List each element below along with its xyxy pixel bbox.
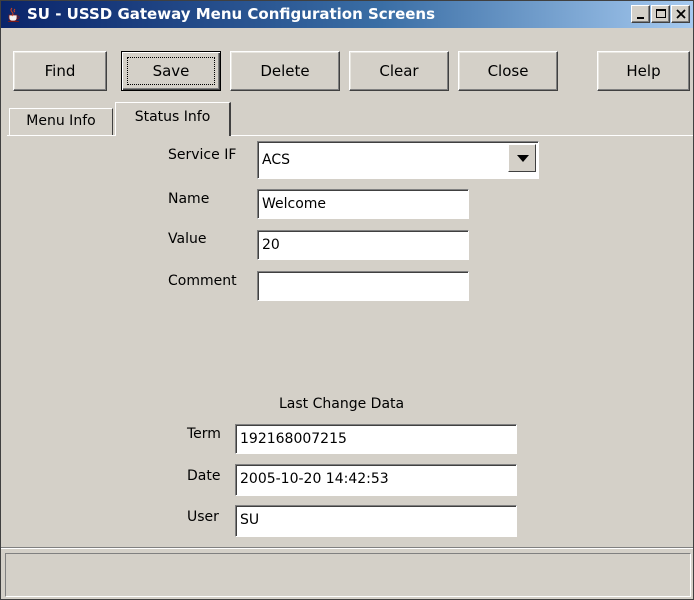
value-label: Value [168,231,207,247]
dropdown-button[interactable] [508,144,536,172]
value-input[interactable]: 20 [257,230,469,260]
name-input[interactable]: Welcome [257,189,469,219]
minimize-button[interactable] [631,5,650,23]
clear-button[interactable]: Clear [349,51,449,91]
status-bar [5,553,691,597]
user-label: User [187,509,219,525]
focus-ring [127,57,215,85]
java-cup-icon [8,7,20,22]
status-separator [1,547,693,549]
save-button[interactable]: Save [121,51,221,91]
close-window-button[interactable] [671,5,690,23]
term-label: Term [187,426,221,442]
help-button[interactable]: Help [597,51,690,91]
date-field[interactable]: 2005-10-20 14:42:53 [235,464,517,496]
service-if-label: Service IF [168,147,237,163]
delete-button[interactable]: Delete [230,51,340,91]
tab-menu-info[interactable]: Menu Info [9,108,113,136]
maximize-button[interactable] [651,5,670,23]
service-if-select[interactable]: ACS [257,141,539,179]
minimize-icon [637,17,644,19]
window-title: SU - USSD Gateway Menu Configuration Scr… [27,5,436,23]
title-bar[interactable]: SU - USSD Gateway Menu Configuration Scr… [1,1,693,28]
date-label: Date [187,468,221,484]
name-label: Name [168,191,210,207]
close-icon [676,9,686,19]
comment-input[interactable] [257,271,469,301]
comment-label: Comment [168,273,237,289]
term-field[interactable]: 192168007215 [235,424,517,454]
tab-status-info[interactable]: Status Info [115,102,231,136]
service-if-value: ACS [262,152,290,168]
find-button[interactable]: Find [13,51,107,91]
app-window: SU - USSD Gateway Menu Configuration Scr… [0,0,694,600]
user-field[interactable]: SU [235,505,517,537]
last-change-heading: Last Change Data [279,396,405,412]
maximize-icon [656,9,666,18]
close-button[interactable]: Close [458,51,558,91]
chevron-down-icon [517,155,529,162]
